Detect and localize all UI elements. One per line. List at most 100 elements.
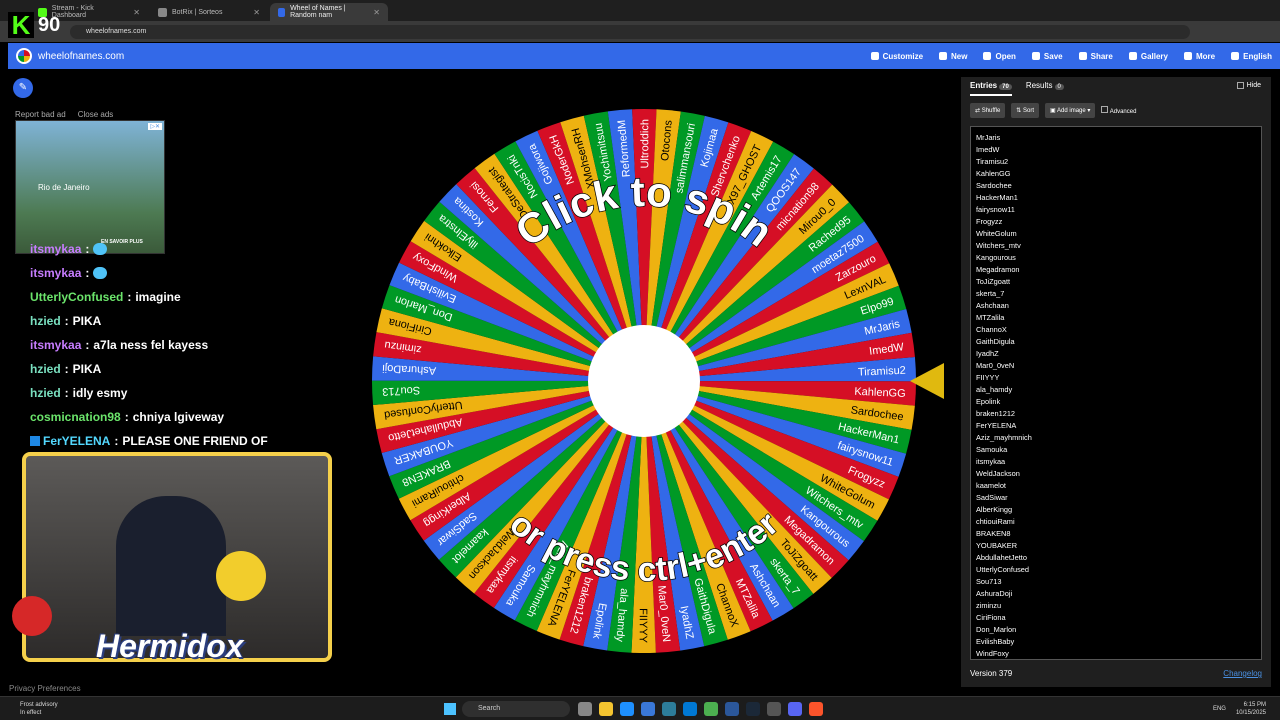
file-explorer-icon[interactable] — [599, 702, 613, 716]
task-view-icon[interactable] — [578, 702, 592, 716]
entry-line: MrJaris — [976, 133, 1001, 142]
chat-text: PIKA — [72, 362, 102, 376]
wheel-segment-label: Tiramisu2 — [858, 365, 906, 379]
chat-message: cosmicnation98: chniya lgiveway — [30, 410, 225, 424]
chat-message: FerYELENA: PLEASE ONE FRIEND OF — [30, 429, 330, 453]
word-icon[interactable] — [725, 702, 739, 716]
obs-icon[interactable] — [767, 702, 781, 716]
chat-username[interactable]: itsmykaa — [30, 242, 81, 256]
chat-username[interactable]: hzied — [30, 386, 61, 400]
chat-username[interactable]: hzied — [30, 362, 61, 376]
chat-username[interactable]: itsmykaa — [30, 338, 81, 352]
menu-share[interactable]: Share — [1078, 52, 1113, 61]
taskbar-search[interactable]: Search — [462, 701, 570, 717]
chat-message: hzied: PIKA — [30, 362, 102, 376]
close-tab-icon[interactable]: ✕ — [373, 8, 380, 17]
chrome-icon[interactable] — [704, 702, 718, 716]
weather-widget[interactable]: Frost advisory In effect — [20, 701, 58, 717]
changelog-link[interactable]: Changelog — [1223, 669, 1262, 678]
language-indicator[interactable]: ENG — [1213, 706, 1226, 712]
tab-entries[interactable]: Entries 70 — [970, 81, 1012, 96]
entry-line: Megadramon — [976, 265, 1020, 274]
steam-icon[interactable] — [746, 702, 760, 716]
browser-tab[interactable]: BotRix | Sorteos ✕ — [150, 3, 268, 21]
entry-line: Ashchaan — [976, 301, 1009, 310]
edit-pencil-button[interactable]: ✎ — [13, 78, 33, 98]
save-icon — [1031, 52, 1040, 60]
menu-customize[interactable]: Customize — [870, 52, 923, 61]
entry-line: FIIYYY — [976, 373, 1000, 382]
chat-message: itsmykaa: — [30, 237, 330, 261]
url-field[interactable]: wheelofnames.com — [70, 25, 1190, 39]
advertisement[interactable]: ▷✕ Rio de Janeiro EN SAVOIR PLUS — [15, 120, 165, 254]
chat-username[interactable]: UtterlyConfused — [30, 290, 123, 304]
app-icon[interactable] — [662, 702, 676, 716]
wheel-of-names[interactable]: Tiramisu2 KahlenGG Sardochee HackerMan1 fair… — [369, 106, 919, 656]
entry-line: Tiramisu2 — [976, 157, 1009, 166]
wheel-segment-label: Ultroddich — [639, 119, 651, 169]
menu-english[interactable]: English — [1231, 52, 1272, 61]
hide-toggle[interactable]: Hide — [1236, 82, 1261, 89]
entry-line: itsmykaa — [976, 457, 1006, 466]
menu-more[interactable]: More — [1183, 52, 1215, 61]
system-tray: ENG 6:15 PM 10/15/2025 — [1213, 701, 1266, 717]
menu-new[interactable]: New — [939, 52, 967, 61]
edge-icon[interactable] — [620, 702, 634, 716]
menu-gallery[interactable]: Gallery — [1128, 52, 1168, 61]
browser-tab[interactable]: Wheel of Names | Random nam ✕ — [270, 3, 388, 21]
version-label: Version 379 — [970, 669, 1013, 678]
webcam-overlay: Hermidox — [12, 452, 332, 664]
sort-button[interactable]: ⇅ Sort — [1011, 103, 1039, 118]
entry-line: UtterlyConfused — [976, 565, 1029, 574]
entry-line: Witchers_mtv — [976, 241, 1021, 250]
entry-line: Don_Marlon — [976, 625, 1017, 634]
wheel-pointer-icon — [910, 363, 944, 399]
entries-textarea[interactable]: MrJaris ImedW Tiramisu2 KahlenGG Sardochee Ha… — [970, 126, 1262, 660]
wheel-center[interactable] — [588, 325, 700, 437]
site-logo-icon[interactable] — [16, 48, 32, 64]
entry-line: ImedW — [976, 145, 1000, 154]
windows-start-icon[interactable] — [444, 703, 456, 715]
menu-open[interactable]: Open — [983, 52, 1016, 61]
wheel-svg[interactable]: Tiramisu2KahlenGGSardocheeHackerMan1fair… — [369, 106, 919, 656]
report-ad-link[interactable]: Report bad ad — [15, 110, 66, 119]
store-icon[interactable] — [641, 702, 655, 716]
advanced-toggle[interactable]: Advanced — [1101, 106, 1136, 115]
shuffle-button[interactable]: ⇄ Shuffle — [970, 103, 1006, 118]
entry-line: CiriFiona — [976, 613, 1006, 622]
chat-username[interactable]: cosmicnation98 — [30, 410, 121, 424]
tab-label: Wheel of Names | Random nam — [290, 5, 346, 19]
entry-line: IyadhZ — [976, 349, 999, 358]
site-name[interactable]: wheelofnames.com — [38, 51, 124, 62]
close-tab-icon[interactable]: ✕ — [253, 8, 260, 17]
site-navbar: wheelofnames.com Customize New Open Save Sha… — [8, 43, 1280, 69]
chat-username[interactable]: hzied — [30, 314, 61, 328]
advanced-checkbox[interactable] — [1101, 106, 1109, 113]
tab-results[interactable]: Results 0 — [1026, 81, 1064, 96]
hide-checkbox[interactable] — [1236, 82, 1244, 89]
chat-message: itsmykaa: a7la ness fel kayess — [30, 338, 209, 352]
close-ads-link[interactable]: Close ads — [78, 110, 114, 119]
entry-line: Aziz_mayhmnich — [976, 433, 1032, 442]
entry-line: ala_hamdy — [976, 385, 1013, 394]
add-image-button[interactable]: ▣ Add image ▾ — [1045, 103, 1096, 118]
entries-count: 70 — [999, 84, 1012, 90]
wheel-segment-label: KahlenGG — [854, 386, 906, 400]
mail-icon[interactable] — [683, 702, 697, 716]
close-tab-icon[interactable]: ✕ — [133, 8, 140, 17]
kick-logo-icon: K — [8, 12, 34, 38]
discord-icon[interactable] — [788, 702, 802, 716]
ad-choices-icon[interactable]: ▷✕ — [148, 123, 162, 130]
chat-username[interactable]: FerYELENA — [43, 434, 110, 448]
privacy-preferences-link[interactable]: Privacy Preferences — [9, 684, 81, 693]
entry-line: AshuraDoji — [976, 589, 1013, 598]
open-icon — [983, 52, 992, 60]
address-bar-row: wheelofnames.com — [0, 21, 1280, 42]
more-icon — [1183, 52, 1192, 60]
entry-line: BRAKEN8 — [976, 529, 1011, 538]
brave-icon[interactable] — [809, 702, 823, 716]
clock[interactable]: 6:15 PM 10/15/2025 — [1236, 701, 1266, 717]
menu-save[interactable]: Save — [1031, 52, 1063, 61]
chat-username[interactable]: itsmykaa — [30, 266, 81, 280]
tab-favicon-icon — [158, 7, 167, 17]
